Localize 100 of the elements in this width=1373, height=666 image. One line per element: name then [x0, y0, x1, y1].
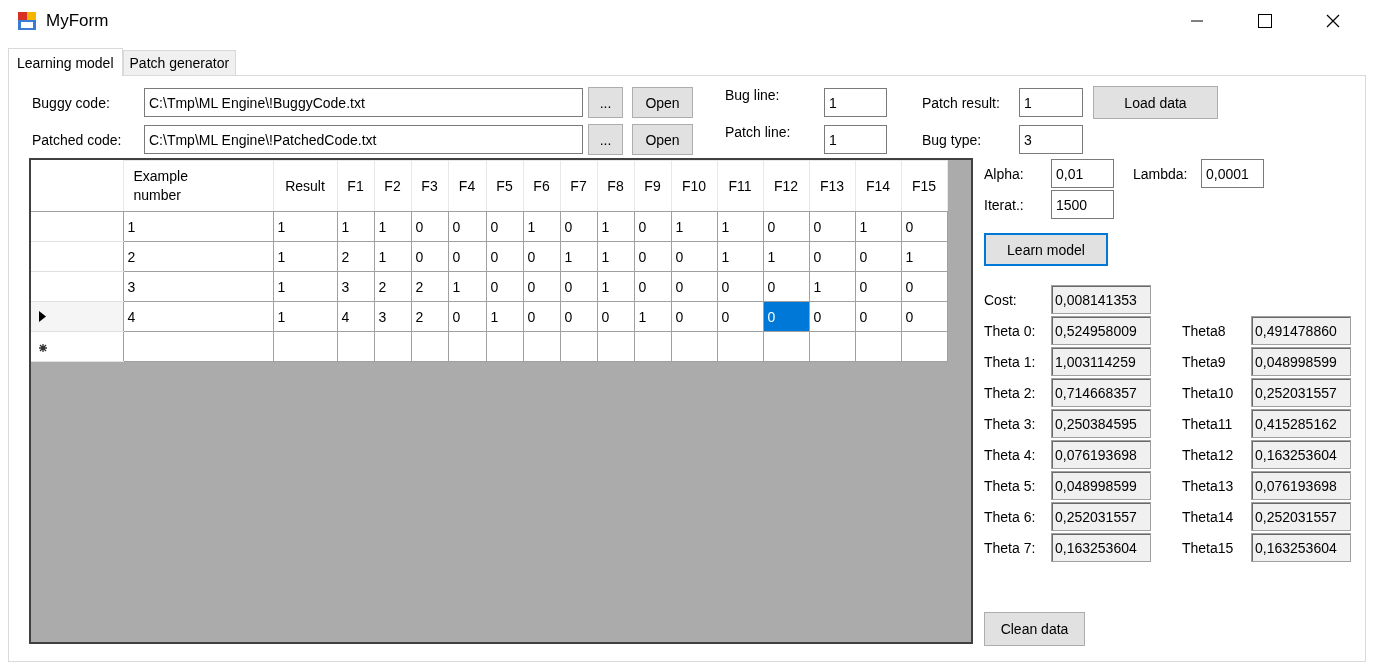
table-cell: 0 — [638, 218, 647, 235]
path-field[interactable]: C:\Tmp\ML Engine\!PatchedCode.txt — [144, 125, 583, 154]
open-button[interactable]: Open — [632, 124, 693, 155]
table-cell: 0 — [638, 278, 647, 295]
result-field[interactable]: 0,252031557 — [1251, 502, 1351, 531]
maximize-icon[interactable] — [1258, 14, 1272, 28]
table-cell: 0 — [415, 248, 424, 265]
column-header[interactable]: F14 — [865, 178, 891, 194]
table-cell: 3 — [341, 278, 350, 295]
result-field[interactable]: 0,076193698 — [1251, 471, 1351, 500]
result-field[interactable]: 0,415285162 — [1251, 409, 1351, 438]
table-cell: 0 — [767, 218, 776, 235]
learn-model-button[interactable]: Learn model — [984, 233, 1108, 266]
table-cell: 0 — [601, 308, 610, 325]
window-title: MyForm — [46, 11, 109, 31]
field-label: Theta10 — [1182, 384, 1235, 401]
table-cell: 4 — [127, 308, 136, 325]
result-field[interactable]: 0,048998599 — [1251, 347, 1351, 376]
number-field[interactable]: 1 — [824, 88, 887, 117]
number-field[interactable]: 1 — [1019, 88, 1083, 117]
field-label: Patch result: — [922, 94, 1001, 111]
result-field[interactable]: 0,252031557 — [1251, 378, 1351, 407]
field-label: Theta 5: — [984, 477, 1037, 494]
column-header[interactable]: F2 — [384, 178, 401, 194]
table-cell: 1 — [813, 278, 822, 295]
number-field[interactable]: 3 — [1019, 125, 1083, 154]
column-header[interactable]: F5 — [496, 178, 513, 194]
number-field[interactable]: 1 — [824, 125, 887, 154]
result-field[interactable]: 1,003114259 — [1051, 347, 1151, 376]
browse-button[interactable]: ... — [588, 124, 623, 155]
table-cell: 1 — [721, 248, 730, 265]
table-cell: 1 — [564, 248, 573, 265]
table-cell: 0 — [721, 308, 730, 325]
field-label: Theta 0: — [984, 322, 1037, 339]
open-button[interactable]: Open — [632, 87, 693, 118]
clean-data-button[interactable]: Clean data — [984, 612, 1085, 646]
result-field[interactable]: 0,048998599 — [1051, 471, 1151, 500]
table-cell: 0 — [415, 218, 424, 235]
field-label: Theta 4: — [984, 446, 1037, 463]
table-cell: 1 — [601, 278, 610, 295]
column-header[interactable]: F11 — [728, 178, 752, 194]
field-label: Lambda: — [1133, 165, 1189, 182]
field-label: Alpha: — [984, 165, 1025, 182]
table-cell: 1 — [905, 248, 914, 265]
current-row-icon — [39, 310, 46, 322]
result-field[interactable]: 0,163253604 — [1251, 533, 1351, 562]
result-field[interactable]: 0,076193698 — [1051, 440, 1151, 469]
path-field[interactable]: C:\Tmp\ML Engine\!BuggyCode.txt — [144, 88, 583, 117]
table-cell: 3 — [378, 308, 387, 325]
table-cell: 1 — [277, 308, 286, 325]
table-cell: 1 — [490, 308, 499, 325]
table-cell: 1 — [721, 218, 730, 235]
data-grid[interactable] — [29, 158, 973, 644]
table-cell: 0 — [905, 278, 914, 295]
column-header[interactable]: F8 — [607, 178, 624, 194]
column-header[interactable]: F13 — [819, 178, 845, 194]
table-cell: 1 — [601, 218, 610, 235]
table-cell: 0 — [490, 278, 499, 295]
field-label: Theta 3: — [984, 415, 1037, 432]
column-header[interactable]: F6 — [533, 178, 550, 194]
result-field[interactable]: 0,163253604 — [1051, 533, 1151, 562]
number-field[interactable]: 1500 — [1051, 190, 1114, 219]
result-field[interactable]: 0,524958009 — [1051, 316, 1151, 345]
column-header[interactable]: Result — [285, 178, 325, 194]
close-icon[interactable] — [1326, 14, 1340, 28]
table-cell: 0 — [490, 248, 499, 265]
column-header[interactable]: F1 — [347, 178, 364, 194]
result-field[interactable]: 0,491478860 — [1251, 316, 1351, 345]
table-cell: 2 — [341, 248, 350, 265]
result-field[interactable]: 0,250384595 — [1051, 409, 1151, 438]
table-cell: 1 — [859, 218, 868, 235]
table-cell: 1 — [638, 308, 647, 325]
number-field[interactable]: 0,01 — [1051, 159, 1114, 188]
result-field[interactable]: 0,008141353 — [1051, 285, 1151, 314]
number-field[interactable]: 0,0001 — [1201, 159, 1264, 188]
table-cell: 0 — [452, 308, 461, 325]
table-cell: 1 — [601, 248, 610, 265]
table-cell: 0 — [452, 248, 461, 265]
column-header[interactable]: F4 — [458, 178, 476, 194]
result-field[interactable]: 0,714668357 — [1051, 378, 1151, 407]
table-cell: 1 — [675, 218, 684, 235]
column-header[interactable]: F12 — [773, 178, 799, 194]
column-header[interactable]: F9 — [644, 178, 661, 194]
tab[interactable]: Learning model — [8, 48, 123, 76]
tab[interactable]: Patch generator — [122, 50, 237, 75]
field-label: Theta14 — [1182, 508, 1235, 525]
result-field[interactable]: 0,252031557 — [1051, 502, 1151, 531]
field-label: Theta 1: — [984, 353, 1037, 370]
table-cell: 3 — [127, 278, 136, 295]
table-cell: 1 — [127, 218, 136, 235]
field-label: Theta15 — [1182, 539, 1235, 556]
result-field[interactable]: 0,163253604 — [1251, 440, 1351, 469]
column-header[interactable]: F3 — [421, 178, 438, 194]
column-header[interactable]: F10 — [681, 178, 707, 194]
table-cell: 0 — [813, 308, 822, 325]
browse-button[interactable]: ... — [588, 87, 623, 118]
column-header[interactable]: F7 — [570, 178, 587, 194]
field-label: Patch line: — [725, 124, 792, 140]
load-data-button[interactable]: Load data — [1093, 86, 1218, 119]
column-header[interactable]: F15 — [911, 178, 937, 194]
